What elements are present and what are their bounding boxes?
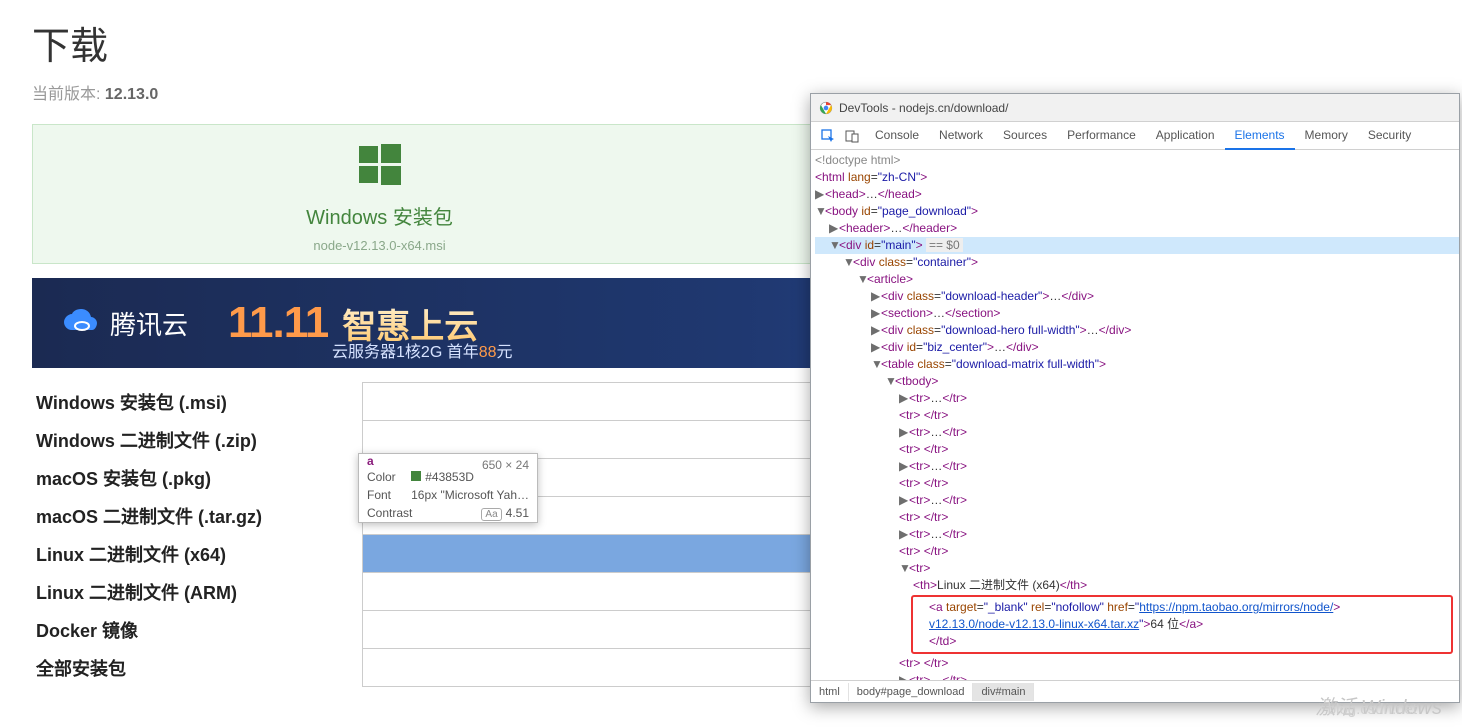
devtools-tab-application[interactable]: Application (1146, 122, 1225, 150)
devtools-tab-elements[interactable]: Elements (1225, 122, 1295, 150)
windows-icon (355, 140, 405, 190)
cloud-icon (62, 308, 102, 338)
devtools-tab-memory[interactable]: Memory (1295, 122, 1358, 150)
row-name: Docker 镜像 (32, 611, 362, 649)
row-name: Linux 二进制文件 (ARM) (32, 573, 362, 611)
element-inspect-tooltip: a 650 × 24 Color #43853D Font 16px "Microso… (358, 453, 538, 523)
tooltip-tag: a (359, 450, 382, 470)
banner-brand: 腾讯云 (110, 305, 188, 342)
banner-sub-mid: 1核2G 首年 (396, 344, 479, 361)
version-label: 当前版本: (32, 86, 100, 103)
devtools-tab-sources[interactable]: Sources (993, 122, 1057, 150)
devtools-tab-console[interactable]: Console (865, 122, 929, 150)
devtools-tab-performance[interactable]: Performance (1057, 122, 1146, 150)
tooltip-contrast: 4.51 (506, 506, 529, 520)
chrome-icon (819, 101, 833, 115)
devtools-dom-tree[interactable]: <!doctype html><html lang="zh-CN">▶<head… (811, 150, 1459, 680)
device-toggle-icon[interactable] (841, 125, 863, 147)
row-name: Linux 二进制文件 (x64) (32, 535, 362, 573)
devtools-tab-security[interactable]: Security (1358, 122, 1421, 150)
row-name: Windows 二进制文件 (.zip) (32, 421, 362, 459)
banner-sub-pre: 云服务器 (332, 344, 396, 361)
devtools-title: DevTools - nodejs.cn/download/ (839, 101, 1008, 115)
row-name: macOS 二进制文件 (.tar.gz) (32, 497, 362, 535)
hero-windows-file: node-v12.13.0-x64.msi (33, 238, 726, 253)
page-title: 下载 (32, 15, 1430, 70)
row-name: macOS 安装包 (.pkg) (32, 459, 362, 497)
tooltip-dimensions: 650 × 24 (482, 454, 537, 472)
csdn-watermark: blog.csdn.net (1328, 701, 1417, 718)
banner-sub-price: 88 (479, 344, 497, 361)
tencent-cloud-logo: 腾讯云 (62, 305, 188, 342)
version-number: 12.13.0 (105, 86, 158, 103)
devtools-window: DevTools - nodejs.cn/download/ ConsoleNe… (810, 93, 1460, 703)
hero-windows-label: Windows 安装包 (33, 201, 726, 230)
tooltip-font-label: Font (367, 488, 391, 502)
breadcrumb-item[interactable]: div#main (973, 683, 1034, 701)
inspect-icon[interactable] (817, 125, 839, 147)
devtools-tabs: ConsoleNetworkSourcesPerformanceApplicat… (811, 122, 1459, 150)
tooltip-contrast-label: Contrast (367, 506, 412, 520)
color-swatch-icon (411, 471, 421, 481)
row-name: 全部安装包 (32, 649, 362, 687)
tooltip-color: #43853D (425, 470, 474, 484)
devtools-tab-network[interactable]: Network (929, 122, 993, 150)
tooltip-color-label: Color (367, 470, 396, 484)
row-name: Windows 安装包 (.msi) (32, 383, 362, 421)
aa-badge-icon: Aa (481, 508, 501, 521)
tooltip-font: 16px "Microsoft Yah… (411, 488, 529, 502)
breadcrumb-item[interactable]: body#page_download (849, 683, 974, 701)
breadcrumb-item[interactable]: html (811, 683, 849, 701)
banner-sub: 云服务器1核2G 首年88元 (332, 338, 513, 362)
banner-sub-unit: 元 (497, 344, 513, 361)
hero-windows[interactable]: Windows 安装包 node-v12.13.0-x64.msi (33, 125, 726, 263)
devtools-titlebar: DevTools - nodejs.cn/download/ (811, 94, 1459, 122)
banner-11-11: 11.11 (228, 298, 328, 348)
